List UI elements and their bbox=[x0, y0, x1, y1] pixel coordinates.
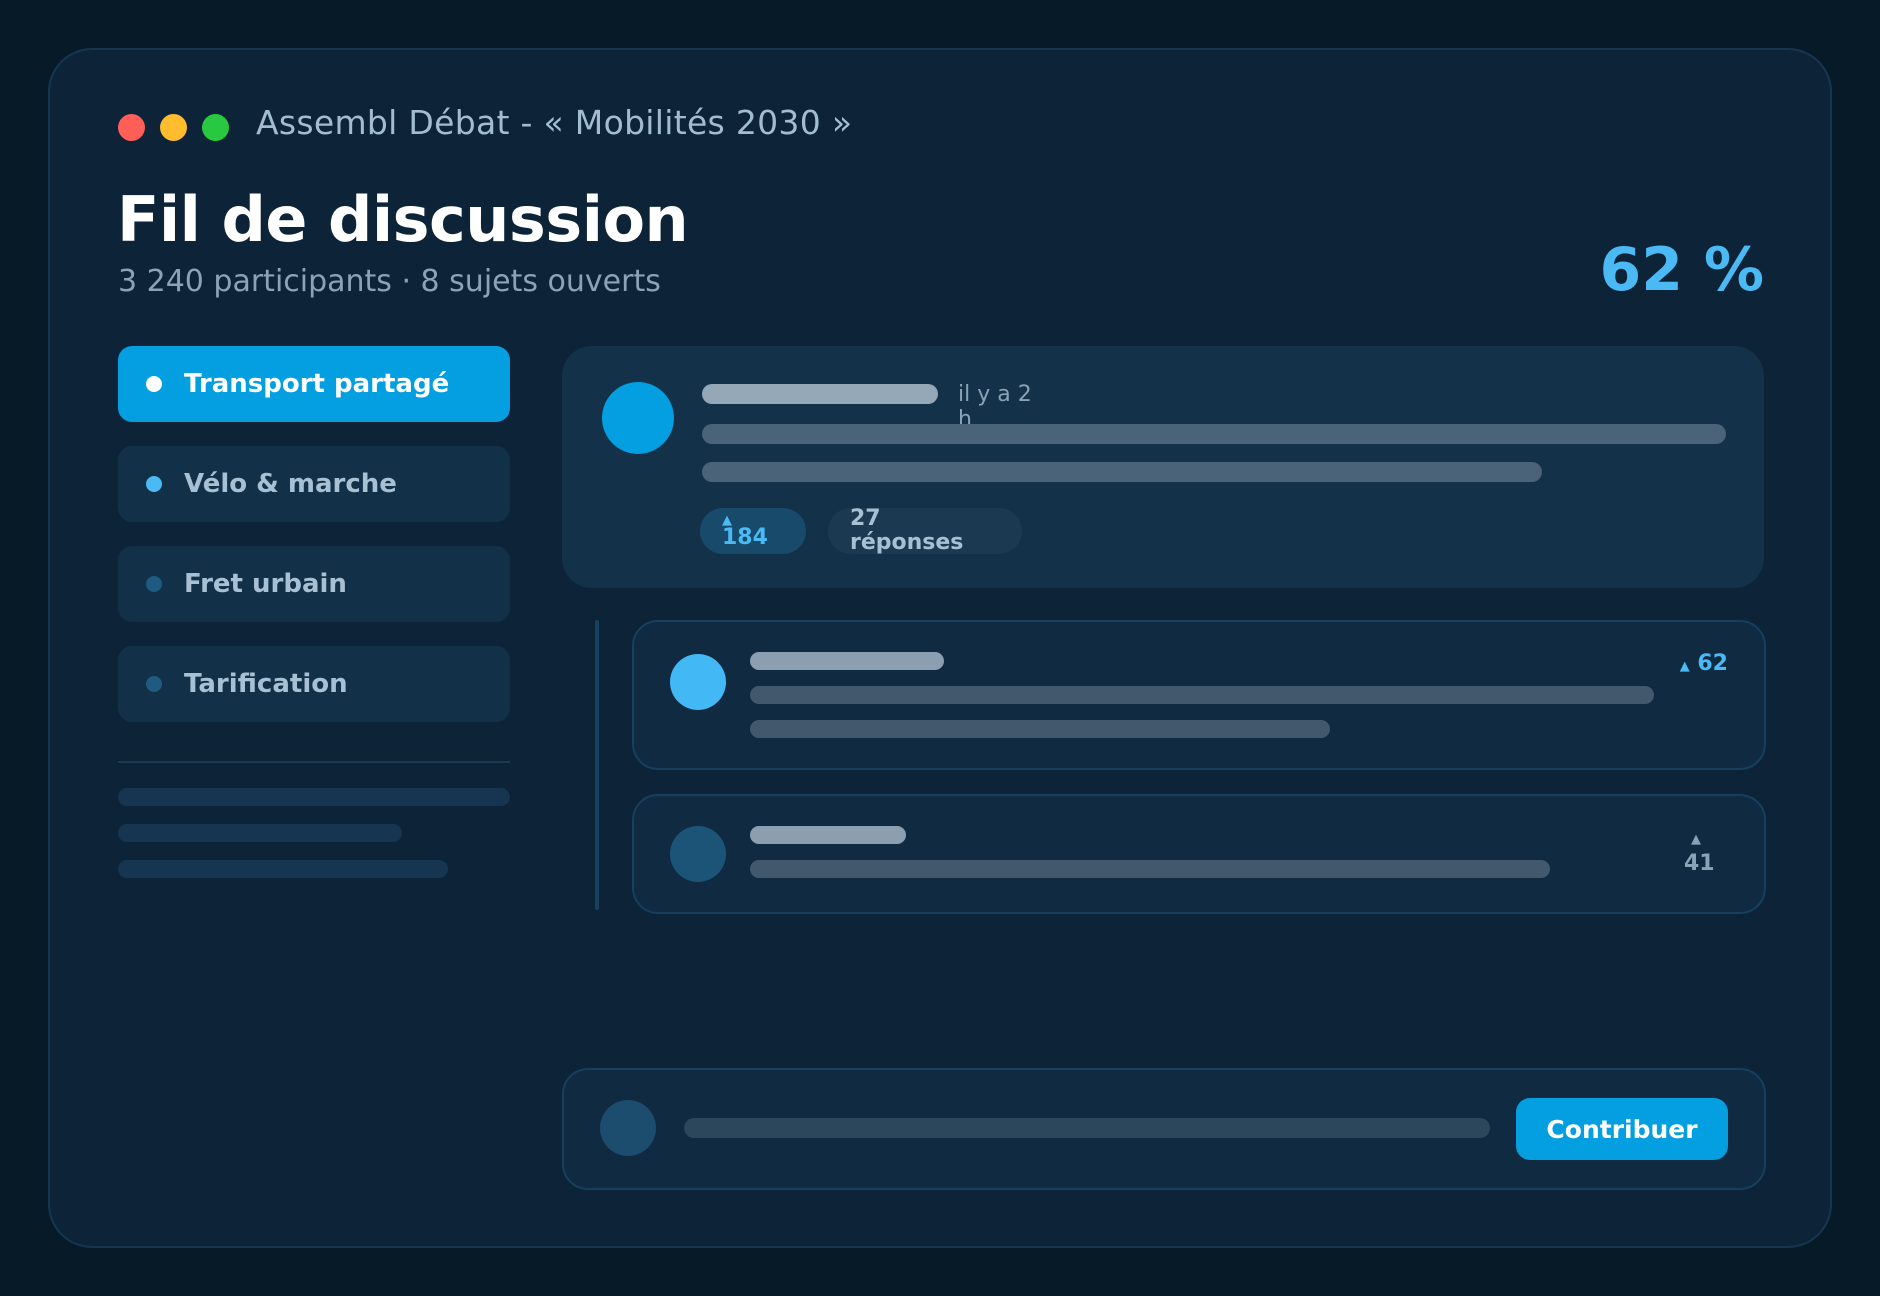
sidebar-topic-label: Vélo & marche bbox=[184, 469, 397, 499]
screen: Assembl Débat - « Mobilités 2030 » Fil d… bbox=[0, 0, 1880, 1296]
contribute-button[interactable]: Contribuer bbox=[1516, 1098, 1728, 1160]
post-upvote-count: 184 bbox=[722, 524, 768, 550]
sidebar-topic-label: Fret urbain bbox=[184, 569, 347, 599]
post-replies-count: 27 réponses bbox=[850, 506, 964, 555]
sidebar-topic-label: Tarification bbox=[184, 669, 348, 699]
current-user-avatar bbox=[600, 1100, 656, 1156]
reply-card[interactable]: ▲ 62 bbox=[632, 620, 1766, 770]
compose-bar: Contribuer bbox=[562, 1068, 1766, 1190]
participation-stat: 62 % bbox=[1599, 235, 1764, 305]
reply-author-name-placeholder bbox=[750, 826, 906, 844]
page-subtitle: 3 240 participants · 8 sujets ouverts bbox=[118, 264, 661, 299]
app-title: Assembl Débat - « Mobilités 2030 » bbox=[256, 103, 853, 142]
post-author-name-placeholder bbox=[702, 384, 938, 404]
main-post-card[interactable]: il y a 2 h ▲ 184 27 réponses bbox=[562, 346, 1764, 588]
sidebar-topic-label: Transport partagé bbox=[184, 369, 450, 399]
reply-text-placeholder bbox=[750, 686, 1654, 704]
post-text-placeholder bbox=[702, 462, 1542, 482]
reply-upvote-count: 41 bbox=[1684, 851, 1715, 876]
maximize-window-button[interactable] bbox=[202, 114, 229, 141]
sidebar-divider bbox=[118, 761, 510, 763]
sidebar-placeholder-line bbox=[118, 788, 510, 806]
reply-upvote-button[interactable]: ▲ 41 bbox=[1684, 828, 1715, 876]
compose-input[interactable] bbox=[684, 1118, 1490, 1138]
topic-bullet-icon bbox=[146, 376, 162, 392]
topic-bullet-icon bbox=[146, 476, 162, 492]
reply-card[interactable]: ▲ 41 bbox=[632, 794, 1766, 914]
post-text-placeholder bbox=[702, 424, 1726, 444]
window-controls bbox=[118, 114, 229, 141]
page-title: Fil de discussion bbox=[117, 183, 689, 256]
reply-author-avatar[interactable] bbox=[670, 654, 726, 710]
post-replies-button[interactable]: 27 réponses bbox=[828, 506, 1022, 555]
post-upvote-button[interactable]: ▲ 184 bbox=[700, 508, 806, 554]
reply-upvote-count: 62 bbox=[1697, 651, 1728, 676]
close-window-button[interactable] bbox=[118, 114, 145, 141]
reply-upvote-button[interactable]: ▲ 62 bbox=[1680, 652, 1728, 679]
minimize-window-button[interactable] bbox=[160, 114, 187, 141]
sidebar-placeholder-line bbox=[118, 860, 448, 878]
upvote-arrow-icon: ▲ bbox=[1679, 659, 1690, 674]
reply-author-name-placeholder bbox=[750, 652, 944, 670]
topic-bullet-icon bbox=[146, 576, 162, 592]
reply-author-avatar[interactable] bbox=[670, 826, 726, 882]
sidebar-placeholder-line bbox=[118, 824, 402, 842]
post-author-avatar[interactable] bbox=[602, 382, 674, 454]
topic-bullet-icon bbox=[146, 676, 162, 692]
upvote-arrow-icon: ▲ bbox=[1691, 832, 1701, 847]
reply-text-placeholder bbox=[750, 720, 1330, 738]
sidebar-topic-velo-marche[interactable]: Vélo & marche bbox=[118, 446, 510, 522]
reply-text-placeholder bbox=[750, 860, 1550, 878]
sidebar-topic-fret-urbain[interactable]: Fret urbain bbox=[118, 546, 510, 622]
sidebar-topic-transport-partage[interactable]: Transport partagé bbox=[118, 346, 510, 422]
sidebar-topic-tarification[interactable]: Tarification bbox=[118, 646, 510, 722]
thread-line bbox=[595, 620, 599, 910]
